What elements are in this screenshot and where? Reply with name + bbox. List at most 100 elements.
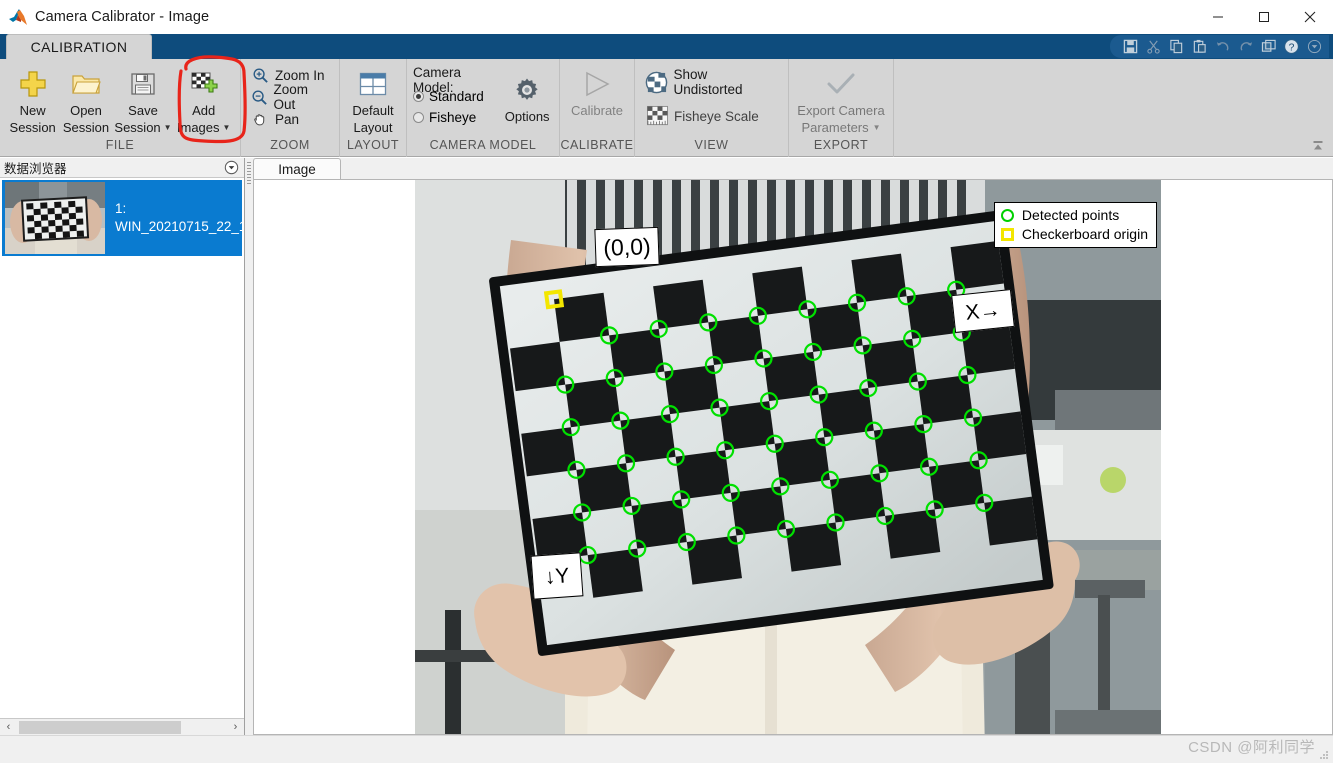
- ribbon-group-file: New Session Open Session Save Session ▼ …: [0, 59, 240, 157]
- gear-icon: [514, 73, 540, 107]
- save-icon[interactable]: [1120, 37, 1141, 57]
- undo-icon[interactable]: [1212, 37, 1233, 57]
- image-list-item-1[interactable]: 1: WIN_20210715_22_13_2: [2, 180, 244, 256]
- data-browser-header: 数据浏览器: [0, 158, 244, 178]
- quick-access-toolbar: ?: [1110, 35, 1329, 58]
- image-filename-label: WIN_20210715_22_13_2: [115, 219, 244, 234]
- ribbon-group-file-label: FILE: [105, 138, 135, 152]
- options-button[interactable]: Options: [501, 63, 553, 124]
- legend-origin-label: Checkerboard origin: [1021, 226, 1148, 242]
- scroll-track[interactable]: [17, 720, 227, 735]
- image-list[interactable]: 1: WIN_20210715_22_13_2: [0, 178, 244, 718]
- sphere-icon: [645, 70, 669, 94]
- y-axis-label-text: ↓Y: [543, 563, 571, 589]
- ribbon-group-calibrate-label: CALIBRATE: [560, 138, 634, 152]
- panel-menu-icon[interactable]: [224, 160, 239, 178]
- radio-standard[interactable]: Standard: [413, 86, 501, 107]
- image-index-label: 1:: [115, 201, 127, 216]
- splitter-grip[interactable]: [247, 162, 251, 184]
- radio-fisheye[interactable]: Fisheye: [413, 107, 501, 128]
- ribbon-group-zoom: Zoom In Zoom Out Pan ZOOM: [240, 59, 339, 157]
- ribbon-filler: [893, 59, 1333, 157]
- scroll-thumb[interactable]: [19, 720, 181, 734]
- ribbon-collapse-icon[interactable]: [1307, 137, 1329, 155]
- ribbon-group-zoom-label: ZOOM: [270, 138, 310, 152]
- options-label: Options: [504, 109, 550, 124]
- chevron-down-icon[interactable]: ▼: [873, 120, 881, 135]
- radio-standard-dot: [413, 91, 424, 102]
- redo-icon[interactable]: [1235, 37, 1256, 57]
- cut-icon[interactable]: [1143, 37, 1164, 57]
- maximize-button[interactable]: [1241, 0, 1287, 34]
- minimize-button[interactable]: [1195, 0, 1241, 34]
- layout-icon[interactable]: [1258, 37, 1279, 57]
- window-title: Camera Calibrator - Image: [35, 9, 210, 25]
- paste-icon[interactable]: [1189, 37, 1210, 57]
- ribbon-group-export: Export Camera Parameters ▼ EXPORT: [788, 59, 893, 157]
- show-undistorted-button[interactable]: Show Undistorted: [641, 67, 782, 97]
- pan-button[interactable]: Pan: [247, 108, 303, 130]
- ribbon-group-layout: Default Layout LAYOUT: [339, 59, 406, 157]
- fisheye-scale-label: Fisheye Scale: [674, 108, 759, 124]
- ribbon-group-view: Show Undistorted Fisheye Scale VIEW: [634, 59, 788, 157]
- fisheye-scale-button[interactable]: Fisheye Scale: [641, 102, 763, 130]
- help-icon[interactable]: ?: [1281, 37, 1302, 57]
- new-session-line1: New: [19, 103, 46, 118]
- chevron-down-icon[interactable]: ▼: [164, 120, 172, 135]
- image-canvas[interactable]: (0,0) X→ ↓Y Detected points Checkerboard…: [253, 179, 1333, 735]
- default-layout-button[interactable]: Default Layout: [346, 63, 400, 135]
- svg-text:?: ?: [1289, 42, 1295, 53]
- x-axis-label: X→: [951, 288, 1015, 334]
- export-camera-parameters-button[interactable]: Export Camera Parameters ▼: [795, 63, 887, 135]
- open-session-line2: Session: [62, 120, 110, 135]
- scroll-left-icon[interactable]: ‹: [0, 719, 17, 736]
- add-images-icon: [190, 67, 218, 101]
- zoom-out-icon: [251, 88, 269, 107]
- document-area: Image (0,0) X→ ↓Y Detected points Checke…: [253, 158, 1333, 735]
- calibration-photo: (0,0) X→ ↓Y Detected points Checkerboard…: [415, 180, 1161, 734]
- open-session-button[interactable]: Open Session: [59, 63, 112, 135]
- zoom-out-button[interactable]: Zoom Out: [247, 82, 333, 112]
- legend-detected-points-label: Detected points: [1021, 207, 1120, 223]
- pan-hand-icon: [251, 110, 270, 129]
- zoom-in-icon: [251, 66, 270, 85]
- ribbon-group-calibrate: Calibrate CALIBRATE: [559, 59, 634, 157]
- tab-image-label: Image: [278, 161, 316, 177]
- close-button[interactable]: [1287, 0, 1333, 34]
- qat-more-icon[interactable]: [1304, 37, 1325, 57]
- document-tab-strip: Image: [253, 158, 1333, 179]
- chevron-down-icon[interactable]: ▼: [223, 120, 231, 135]
- ribbon-group-camera-model: Camera Model: Standard Fisheye Options C…: [406, 59, 559, 157]
- legend-row-detected-points: Detected points: [1000, 206, 1148, 225]
- image-list-item-text: 1: WIN_20210715_22_13_2: [107, 200, 244, 236]
- resize-grip[interactable]: [1319, 750, 1329, 760]
- status-bar: CSDN @阿利同学: [0, 735, 1333, 763]
- save-session-line2-row: Session ▼: [114, 120, 171, 135]
- copy-icon[interactable]: [1166, 37, 1187, 57]
- y-axis-label: ↓Y: [530, 552, 584, 600]
- camera-model-caption: Camera Model:: [413, 65, 462, 95]
- calibrate-label: Calibrate: [570, 103, 624, 118]
- ribbon-group-camera-model-label: CAMERA MODEL: [429, 138, 537, 152]
- new-session-button[interactable]: New Session: [6, 63, 59, 135]
- detected-points-marker-icon: [1000, 209, 1014, 222]
- scroll-right-icon[interactable]: ›: [227, 719, 244, 736]
- default-layout-line1: Default: [352, 103, 394, 118]
- export-line2: Parameters: [801, 120, 869, 135]
- add-images-button[interactable]: Add Images ▼: [173, 63, 234, 135]
- tab-image[interactable]: Image: [253, 158, 341, 179]
- save-session-button[interactable]: Save Session ▼: [113, 63, 174, 135]
- folder-icon: [71, 67, 101, 101]
- tab-calibration[interactable]: CALIBRATION: [6, 34, 152, 59]
- save-session-line2: Session: [114, 120, 161, 135]
- panel-splitter[interactable]: [245, 158, 253, 735]
- legend-row-checkerboard-origin: Checkerboard origin: [1000, 225, 1148, 244]
- calibrate-button[interactable]: Calibrate: [566, 63, 628, 118]
- watermark-label: CSDN @阿利同学: [1188, 739, 1315, 756]
- origin-label-text: (0,0): [602, 232, 652, 261]
- fisheye-scale-icon: [645, 104, 669, 128]
- zoom-in-label: Zoom In: [275, 67, 325, 83]
- ribbon-group-export-label: EXPORT: [813, 138, 869, 152]
- browser-horizontal-scrollbar[interactable]: ‹ ›: [0, 718, 244, 735]
- save-session-line1: Save: [128, 103, 158, 118]
